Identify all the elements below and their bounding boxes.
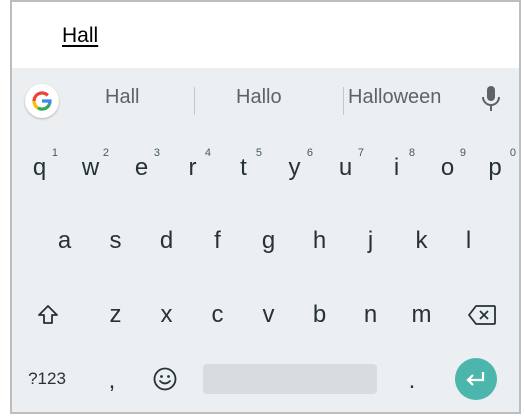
google-g-icon — [32, 91, 52, 111]
emoji-key[interactable] — [143, 350, 187, 408]
key-t[interactable]: t5 — [219, 139, 268, 197]
key-g[interactable]: g — [244, 212, 293, 270]
keyboard-screen: Hall Hall Hallo Halloween q1 w2 e 3 r 4 … — [10, 0, 521, 414]
key-label: h — [312, 227, 327, 254]
key-label: q — [32, 154, 47, 181]
key-h[interactable]: h — [295, 212, 344, 270]
key-w[interactable]: w2 — [66, 139, 115, 197]
shift-key[interactable] — [22, 286, 74, 344]
suggestion-divider — [194, 87, 195, 115]
key-label: b — [312, 301, 327, 328]
key-y[interactable]: y6 — [270, 139, 319, 197]
key-label: e — [134, 154, 149, 181]
text-field[interactable]: Hall — [12, 2, 519, 68]
keyboard: q1 w2 e3 r4 t5 y6 u7 i8 o9 p0 a s d f g … — [12, 134, 519, 412]
key-label: r — [188, 154, 197, 181]
key-x[interactable]: x — [142, 286, 191, 344]
comma-key[interactable]: , — [92, 352, 132, 410]
key-d[interactable]: d — [142, 212, 191, 270]
mic-button[interactable] — [480, 84, 502, 119]
key-label: w — [81, 154, 100, 181]
key-label: n — [363, 301, 378, 328]
suggestion-strip: Hall Hallo Halloween — [12, 68, 519, 134]
key-hint: 1 — [51, 147, 58, 159]
key-label: k — [415, 227, 428, 254]
key-label: u — [338, 154, 353, 181]
key-b[interactable]: b — [295, 286, 344, 344]
composing-text: Hall — [62, 24, 99, 47]
key-hint: 5 — [255, 147, 262, 159]
key-hint: 6 — [306, 147, 313, 159]
key-label: s — [109, 227, 122, 254]
key-label: y — [288, 154, 301, 181]
key-hint: 4 — [204, 147, 211, 159]
key-hint: 9 — [459, 147, 466, 159]
key-m[interactable]: m — [397, 286, 446, 344]
key-label: ?123 — [28, 369, 66, 388]
key-label: i — [393, 154, 400, 181]
key-q[interactable]: q1 — [15, 139, 64, 197]
key-hint: 7 — [357, 147, 364, 159]
key-l[interactable]: l — [444, 212, 493, 270]
key-label: x — [160, 301, 173, 328]
key-label: . — [408, 367, 416, 394]
key-label: g — [261, 227, 276, 254]
key-label: m — [411, 301, 432, 328]
key-u[interactable]: u7 — [321, 139, 370, 197]
key-e[interactable]: e3 — [117, 139, 166, 197]
key-v[interactable]: v — [244, 286, 293, 344]
space-bar[interactable] — [203, 364, 377, 394]
emoji-icon — [153, 367, 177, 391]
key-hint: 2 — [102, 147, 109, 159]
key-n[interactable]: n — [346, 286, 395, 344]
period-key[interactable]: . — [392, 352, 432, 410]
suggestion-divider — [343, 87, 344, 115]
key-z[interactable]: z — [91, 286, 140, 344]
key-label: t — [240, 154, 247, 181]
key-label: v — [262, 301, 275, 328]
mic-icon — [482, 86, 500, 111]
key-label: a — [57, 227, 72, 254]
key-label: o — [440, 154, 455, 181]
key-j[interactable]: j — [346, 212, 395, 270]
shift-icon — [38, 305, 58, 324]
key-label: f — [214, 227, 221, 254]
key-label: z — [109, 301, 122, 328]
symbols-key[interactable]: ?123 — [17, 350, 77, 408]
key-label: l — [465, 227, 472, 254]
key-i[interactable]: i8 — [372, 139, 421, 197]
key-hint: 0 — [509, 147, 516, 159]
key-k[interactable]: k — [397, 212, 446, 270]
key-label: , — [108, 367, 116, 394]
key-hint: 8 — [408, 147, 415, 159]
key-label: c — [211, 301, 224, 328]
key-o[interactable]: o9 — [423, 139, 472, 197]
key-label: j — [367, 227, 374, 254]
key-f[interactable]: f — [193, 212, 242, 270]
key-a[interactable]: a — [40, 212, 89, 270]
backspace-icon — [468, 305, 496, 325]
google-button[interactable] — [25, 84, 59, 118]
key-s[interactable]: s — [91, 212, 140, 270]
key-c[interactable]: c — [193, 286, 242, 344]
key-hint: 3 — [153, 147, 160, 159]
enter-key[interactable] — [455, 358, 497, 400]
suggestion-right[interactable]: Halloween — [348, 86, 441, 109]
suggestion-center[interactable]: Hallo — [236, 86, 282, 109]
key-label: d — [159, 227, 174, 254]
suggestion-left[interactable]: Hall — [105, 86, 139, 109]
key-label: p — [488, 154, 502, 181]
enter-icon — [466, 372, 485, 386]
key-r[interactable]: r4 — [168, 139, 217, 197]
key-p[interactable]: p0 — [472, 139, 518, 197]
backspace-key[interactable] — [456, 286, 508, 344]
